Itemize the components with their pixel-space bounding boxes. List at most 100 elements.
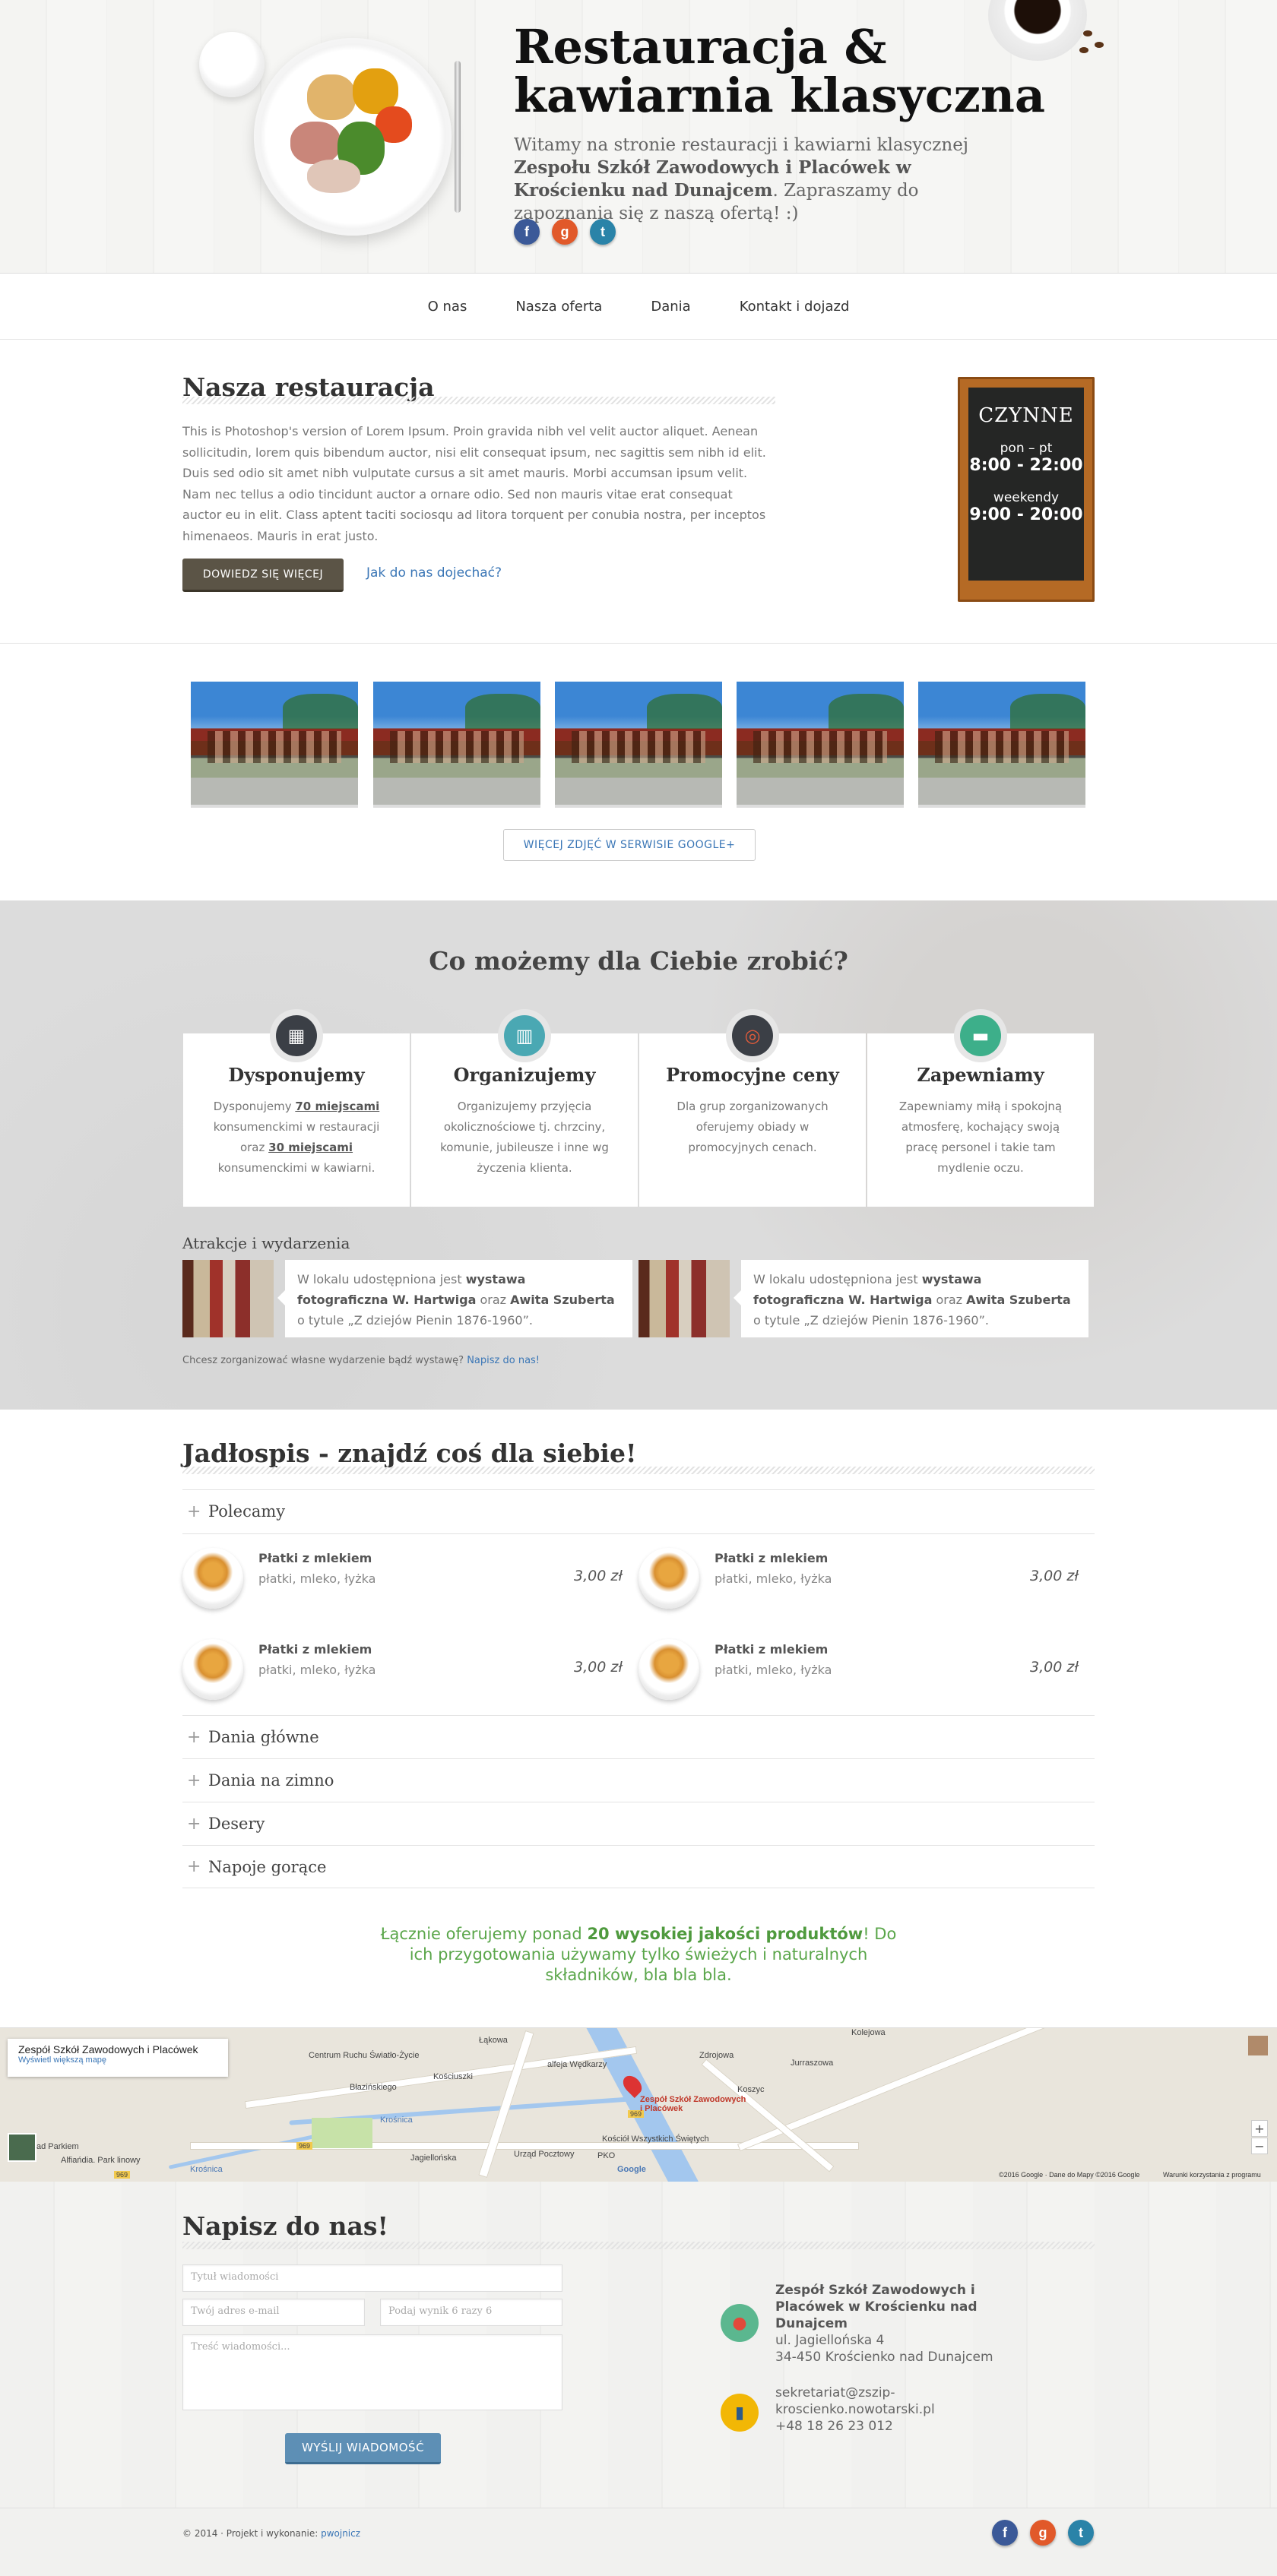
gallery-photo[interactable] (737, 682, 904, 808)
contact-email[interactable]: sekretariat@zszip-kroscienko.nowotarski.… (775, 2385, 935, 2417)
google-plus-icon[interactable]: g (1030, 2520, 1056, 2546)
street-view-icon[interactable] (1248, 2036, 1268, 2055)
fork-image (455, 61, 461, 213)
menu-category-polecamy[interactable]: + Polecamy (182, 1489, 1095, 1533)
contact-details: sekretariat@zszip-kroscienko.nowotarski.… (775, 2385, 1019, 2435)
facebook-icon[interactable]: f (992, 2520, 1018, 2546)
captcha-input[interactable]: Podaj wynik 6 razy 6 (380, 2299, 562, 2326)
pin-label: Zespół Szkół Zawodowych i Placówek (640, 2095, 746, 2113)
map-label: Łąkowa (479, 2036, 508, 2045)
title-underline (182, 397, 775, 404)
dish-price: 3,00 zł (1030, 1659, 1079, 1676)
menu-category-dania-glowne[interactable]: + Dania główne (182, 1715, 1095, 1758)
dish-price: 3,00 zł (1030, 1568, 1079, 1584)
map-info-box: Zespół Szkół Zawodowych i Placówek Wyświ… (8, 2039, 228, 2077)
google-map[interactable]: Centrum Ruchu Światło-Życie Błazińskiego… (0, 2027, 1277, 2182)
map-label: Jagiellońska (410, 2154, 457, 2163)
google-plus-icon[interactable]: g (552, 219, 578, 245)
facebook-icon[interactable]: f (514, 219, 540, 245)
event-photo (182, 1260, 274, 1337)
twitter-icon[interactable]: t (590, 219, 616, 245)
dish-name: Płatki z mlekiem (258, 1551, 372, 1565)
gallery-photo[interactable] (191, 682, 358, 808)
target-icon: ◎ (726, 1009, 779, 1062)
contact-phone: +48 18 26 23 012 (775, 2419, 893, 2434)
site-title: Restauracja & kawiarnia klasyczna (514, 19, 1046, 123)
events-title: Atrakcje i wydarzenia (182, 1234, 350, 1252)
road-number: 969 (114, 2171, 131, 2179)
dish-photo (638, 1548, 699, 1609)
email-input[interactable]: Twój adres e-mail (182, 2299, 365, 2326)
plate-image (254, 38, 452, 236)
contact-address: Zespół Szkół Zawodowych i Placówek w Kro… (775, 2283, 993, 2365)
nav-item-o-nas[interactable]: O nas (428, 299, 467, 315)
larger-map-link[interactable]: Wyświetl większą mapę (18, 2055, 217, 2065)
service-card-title: Organizujemy (453, 1064, 596, 1086)
dish-price: 3,00 zł (574, 1568, 623, 1584)
learn-more-button[interactable]: DOWIEDZ SIĘ WIĘCEJ (182, 559, 344, 592)
main-nav: O nas Nasza oferta Dania Kontakt i dojaz… (0, 274, 1277, 340)
plus-icon: + (187, 1814, 201, 1834)
footer-copyright: © 2014 · Projekt i wykonanie: pwojnicz (182, 2528, 361, 2539)
gallery-photo[interactable] (373, 682, 540, 808)
plus-icon: + (187, 1727, 201, 1747)
menu-category-dania-na-zimno[interactable]: + Dania na zimno (182, 1758, 1095, 1802)
sofa-icon: ▬ (954, 1009, 1007, 1062)
dish-ingredients: płatki, mleko, łyżka (715, 1663, 832, 1677)
event-description: W lokalu udostępniona jest wystawa fotog… (277, 1260, 632, 1337)
open-status: CZYNNE (978, 404, 1074, 427)
dish-name: Płatki z mlekiem (715, 1551, 829, 1565)
site-description: Witamy na stronie restauracji i kawiarni… (514, 135, 968, 223)
write-to-us-link[interactable]: Napisz do nas! (467, 1355, 540, 1366)
weekend-label: weekendy (993, 490, 1060, 505)
map-terms-link[interactable]: Warunki korzystania z programu (1163, 2171, 1261, 2179)
dish-name: Płatki z mlekiem (715, 1642, 829, 1657)
title-underline (182, 2242, 1095, 2249)
dish-price: 3,00 zł (574, 1659, 623, 1676)
map-label: Alfiańdia. Park linowy (61, 2156, 141, 2165)
milk-glass-image (199, 32, 265, 97)
map-label: Zdrojowa (699, 2051, 734, 2060)
phone-icon: ▮ (721, 2394, 759, 2432)
service-card-title: Dysponujemy (228, 1064, 365, 1086)
contact-title: Napisz do nas! (182, 2211, 388, 2241)
directions-link[interactable]: Jak do nas dojechać? (366, 565, 502, 581)
map-label: ad Parkiem (36, 2142, 79, 2151)
satellite-toggle-icon[interactable] (8, 2133, 36, 2162)
nav-item-dania[interactable]: Dania (651, 299, 690, 315)
more-photos-button[interactable]: WIĘCEJ ZDJĘĆ W SERWISIE GOOGLE+ (503, 829, 756, 861)
divider (0, 643, 1277, 644)
send-message-button[interactable]: WYŚLIJ WIADOMOŚĆ (285, 2433, 441, 2464)
gallery-photo[interactable] (918, 682, 1085, 808)
message-textarea[interactable]: Treść wiadomości... (182, 2334, 562, 2410)
zoom-in-button[interactable]: + (1251, 2120, 1268, 2137)
dish-photo (638, 1639, 699, 1700)
nav-item-oferta[interactable]: Nasza oferta (515, 299, 602, 315)
footer-social-links: f g t (992, 2520, 1094, 2546)
dish-name: Płatki z mlekiem (258, 1642, 372, 1657)
event-description: W lokalu udostępniona jest wystawa fotog… (734, 1260, 1088, 1337)
events-note: Chcesz zorganizować własne wydarzenie bą… (182, 1355, 540, 1366)
map-label: Koszyc (737, 2085, 765, 2094)
menu-category-napoje[interactable]: + Napoje gorące (182, 1845, 1095, 1888)
plus-icon: + (187, 1502, 201, 1521)
map-label: Kolejowa (851, 2028, 886, 2037)
service-card-text: Dla grup zorganizowanych oferujemy obiad… (677, 1100, 829, 1154)
divider (182, 1533, 1095, 1534)
gift-icon: ▥ (498, 1009, 551, 1062)
location-pin-icon: ● (721, 2304, 759, 2342)
gallery-photo[interactable] (555, 682, 722, 808)
service-card-text: Zapewniamy miłą i spokojną atmosferę, ko… (898, 1100, 1063, 1175)
twitter-icon[interactable]: t (1068, 2520, 1094, 2546)
map-label: PKO (597, 2151, 616, 2160)
author-link[interactable]: pwojnicz (321, 2528, 360, 2539)
map-copyright: ©2016 Google · Dane do Mapy ©2016 Google (999, 2171, 1140, 2179)
about-text: This is Photoshop's version of Lorem Ips… (182, 424, 766, 543)
nav-item-kontakt[interactable]: Kontakt i dojazd (740, 299, 850, 315)
menu-category-desery[interactable]: + Desery (182, 1802, 1095, 1845)
map-label: Krośnica (380, 2116, 413, 2125)
service-card-title: Zapewniamy (917, 1064, 1044, 1086)
map-label: Krośnica (190, 2165, 223, 2174)
zoom-out-button[interactable]: − (1251, 2138, 1268, 2154)
subject-input[interactable]: Tytuł wiadomości (182, 2264, 562, 2292)
